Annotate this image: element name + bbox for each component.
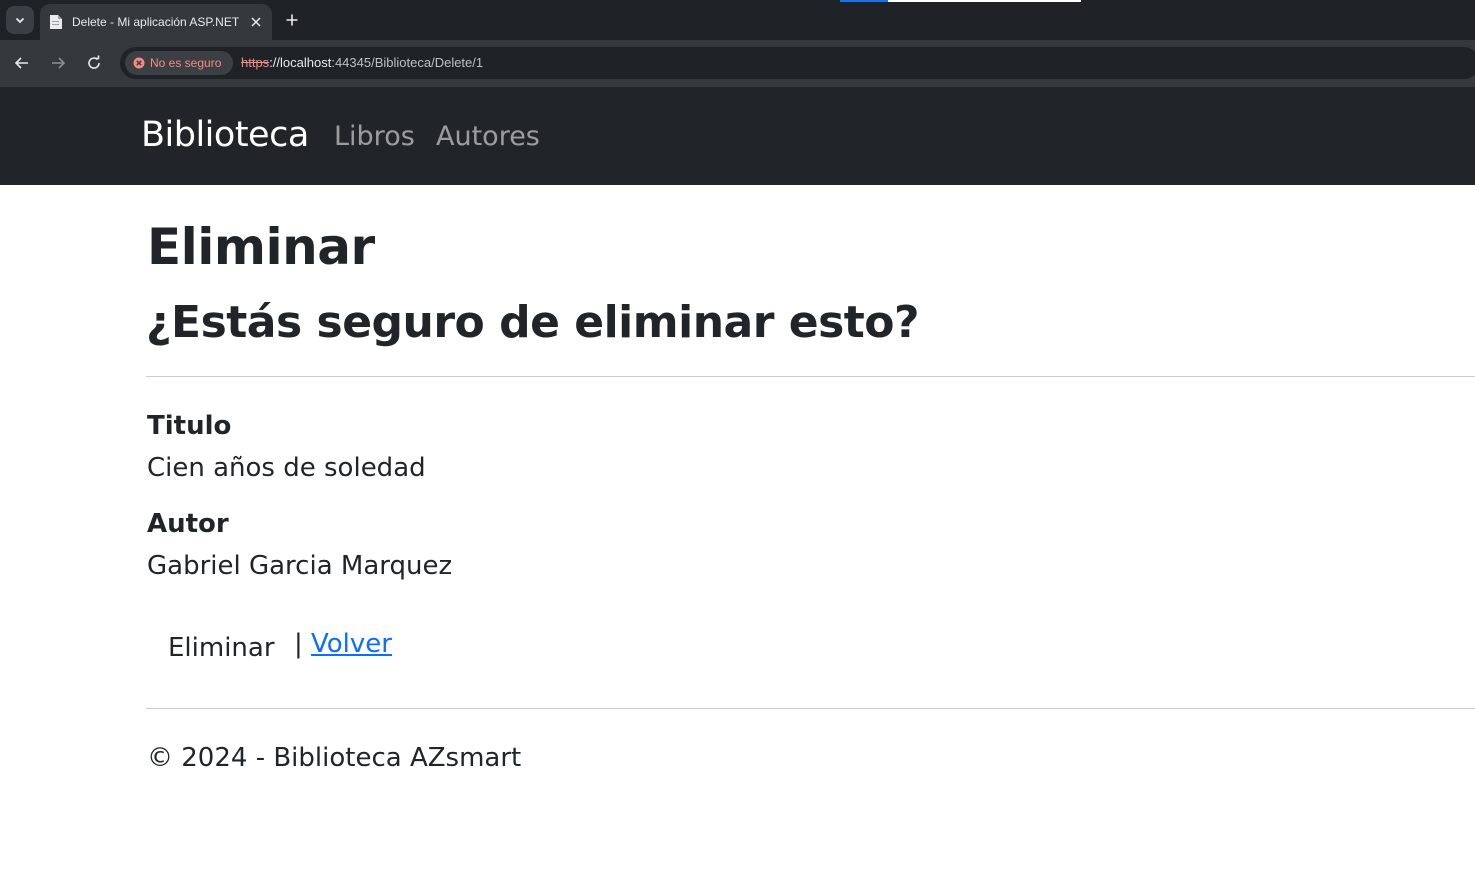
plus-icon bbox=[286, 14, 298, 26]
browser-tab-active[interactable]: Delete - Mi aplicación ASP.NET bbox=[40, 4, 272, 40]
footer-text: © 2024 - Biblioteca AZsmart bbox=[147, 743, 522, 773]
field-value-autor: Gabriel Garcia Marquez bbox=[147, 551, 453, 581]
security-chip[interactable]: No es seguro bbox=[125, 51, 233, 75]
field-label-autor: Autor bbox=[147, 509, 229, 539]
site-navbar: Biblioteca Libros Autores bbox=[0, 87, 1475, 185]
security-label: No es seguro bbox=[150, 56, 222, 70]
nav-link-autores[interactable]: Autores bbox=[436, 121, 540, 152]
field-value-titulo: Cien años de soledad bbox=[147, 453, 426, 483]
field-label-titulo: Titulo bbox=[147, 411, 232, 441]
back-link[interactable]: Volver bbox=[311, 629, 392, 659]
page-icon bbox=[49, 14, 63, 30]
reload-button[interactable] bbox=[81, 50, 107, 76]
footer-divider bbox=[146, 708, 1475, 709]
url-path: :44345/Biblioteca/Delete/1 bbox=[331, 55, 484, 70]
separator: | bbox=[294, 629, 303, 659]
page-title: Eliminar bbox=[147, 218, 375, 276]
url-scheme: https bbox=[241, 55, 270, 70]
confirm-question: ¿Estás seguro de eliminar esto? bbox=[146, 297, 920, 348]
address-bar[interactable]: No es seguro https://localhost:44345/Bib… bbox=[120, 47, 1475, 79]
browser-toolbar: No es seguro https://localhost:44345/Bib… bbox=[0, 40, 1475, 87]
reload-icon bbox=[88, 55, 100, 69]
tab-search-button[interactable] bbox=[6, 6, 34, 34]
new-tab-button[interactable] bbox=[282, 10, 302, 30]
chevron-down-icon bbox=[15, 17, 25, 24]
strip-accent bbox=[840, 0, 888, 2]
delete-button[interactable]: Eliminar bbox=[168, 633, 275, 663]
navbar-brand[interactable]: Biblioteca bbox=[141, 115, 309, 155]
divider bbox=[146, 376, 1475, 377]
arrow-right-icon bbox=[52, 57, 66, 69]
strip-accent bbox=[888, 0, 1081, 2]
forward-button[interactable] bbox=[45, 50, 71, 76]
nav-link-libros[interactable]: Libros bbox=[334, 121, 415, 152]
back-button[interactable] bbox=[9, 50, 35, 76]
url-host: ://localhost bbox=[269, 55, 332, 70]
url-text[interactable]: https://localhost:44345/Biblioteca/Delet… bbox=[241, 55, 483, 70]
browser-tab-strip: Delete - Mi aplicación ASP.NET bbox=[0, 0, 1475, 40]
close-tab-icon[interactable] bbox=[248, 14, 264, 30]
tab-title: Delete - Mi aplicación ASP.NET bbox=[72, 15, 240, 29]
not-secure-icon bbox=[133, 57, 145, 69]
arrow-left-icon bbox=[14, 57, 28, 69]
